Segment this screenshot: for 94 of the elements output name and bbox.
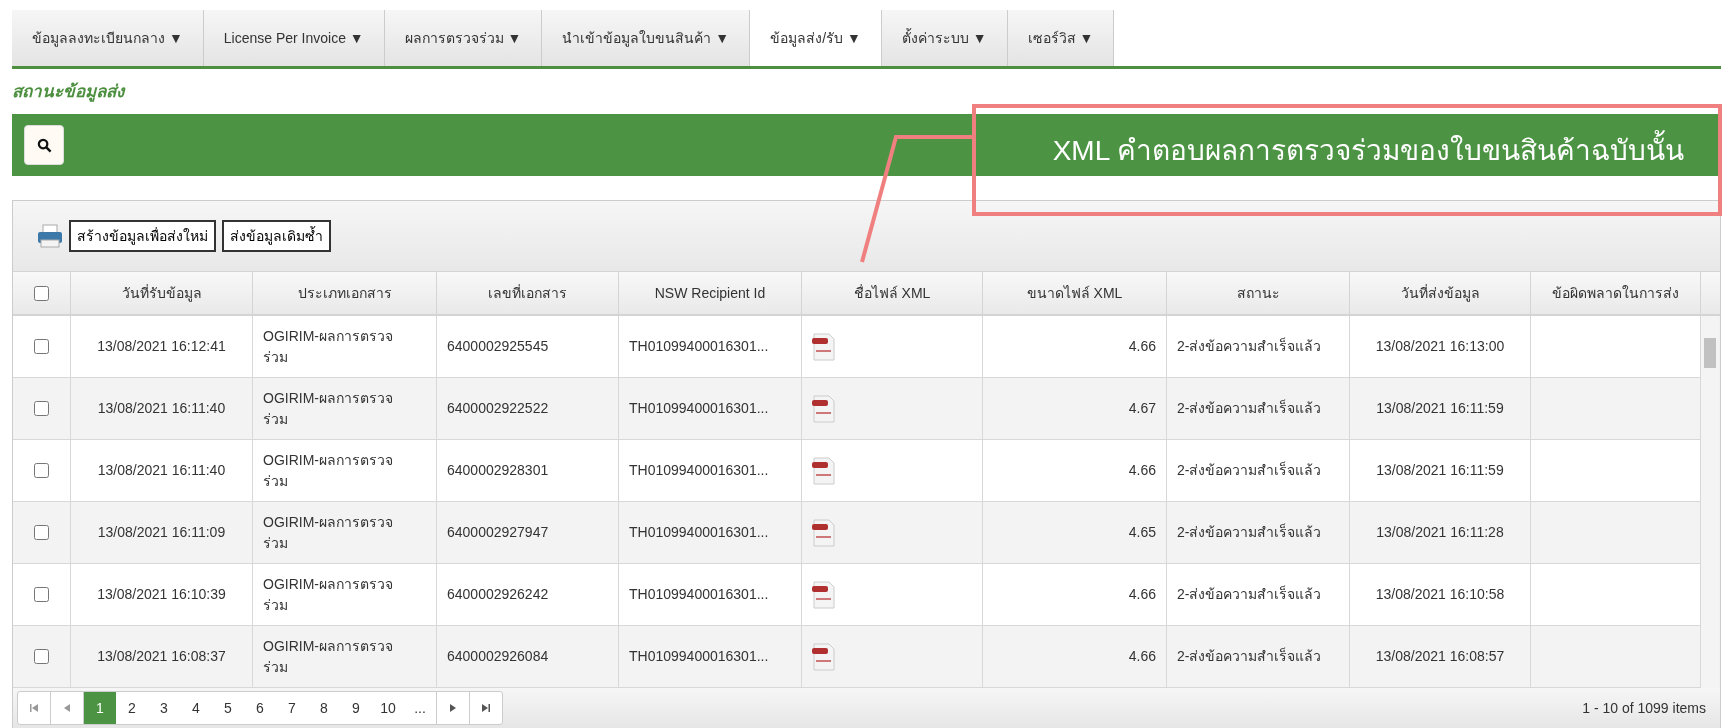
table-cell: 2-ส่งข้อความสำเร็จแล้ว xyxy=(1167,564,1350,626)
column-header[interactable]: เลขที่เอกสาร xyxy=(437,272,619,314)
item-count: 1 - 10 of 1099 items xyxy=(1582,700,1706,716)
table-cell: 6400002927947 xyxy=(437,502,619,564)
table-cell: 13/08/2021 16:10:39 xyxy=(71,564,253,626)
page-link[interactable]: ... xyxy=(404,692,436,724)
callout-text: XML คำตอบผลการตรวจร่วมของใบขนสินค้าฉบับนั้น xyxy=(1052,128,1684,168)
table-cell: 13/08/2021 16:11:09 xyxy=(71,502,253,564)
row-checkbox[interactable] xyxy=(34,339,49,354)
next-page-icon xyxy=(450,704,456,712)
page-link[interactable]: 6 xyxy=(244,692,276,724)
table-cell: 2-ส่งข้อความสำเร็จแล้ว xyxy=(1167,316,1350,378)
table-cell: 13/08/2021 16:11:59 xyxy=(1350,378,1531,440)
page-link[interactable]: 1 xyxy=(84,692,116,724)
page-title: สถานะข้อมูลส่ง xyxy=(12,81,124,104)
table-cell: TH01099400016301... xyxy=(619,440,802,502)
table-cell: 2-ส่งข้อความสำเร็จแล้ว xyxy=(1167,626,1350,688)
table-cell: 4.65 xyxy=(983,502,1167,564)
table-cell: TH01099400016301... xyxy=(619,378,802,440)
table-cell: 13/08/2021 16:13:00 xyxy=(1350,316,1531,378)
table-cell: 4.66 xyxy=(983,626,1167,688)
toolbar-button[interactable]: ส่งข้อมูลเดิมซ้ำ xyxy=(222,220,331,252)
row-checkbox[interactable] xyxy=(34,463,49,478)
xml-file-icon[interactable] xyxy=(812,455,836,486)
table-cell: 13/08/2021 16:11:40 xyxy=(71,440,253,502)
page-link[interactable]: 7 xyxy=(276,692,308,724)
next-page-button[interactable] xyxy=(436,692,470,724)
table-cell: 13/08/2021 16:11:28 xyxy=(1350,502,1531,564)
search-icon xyxy=(36,137,52,153)
last-page-icon xyxy=(482,704,490,712)
page-link[interactable]: 8 xyxy=(308,692,340,724)
table-cell: OGIRIM-ผลการตรวจร่วม xyxy=(253,440,437,502)
column-header[interactable]: สถานะ xyxy=(1167,272,1350,314)
column-header[interactable]: ประเภทเอกสาร xyxy=(253,272,437,314)
menu-tab[interactable]: ตั้งค่าระบบ ▼ xyxy=(881,10,1008,66)
column-header[interactable]: ชื่อไฟล์ XML xyxy=(802,272,983,314)
table-cell: 2-ส่งข้อความสำเร็จแล้ว xyxy=(1167,502,1350,564)
column-header[interactable]: วันที่ส่งข้อมูล xyxy=(1350,272,1531,314)
row-checkbox[interactable] xyxy=(34,587,49,602)
table-cell: 4.66 xyxy=(983,440,1167,502)
table-cell: 6400002922522 xyxy=(437,378,619,440)
table-cell: 6400002926242 xyxy=(437,564,619,626)
table-cell: 13/08/2021 16:08:37 xyxy=(71,626,253,688)
page-link[interactable]: 4 xyxy=(180,692,212,724)
first-page-icon xyxy=(30,704,38,712)
page-link[interactable]: 9 xyxy=(340,692,372,724)
page-link[interactable]: 5 xyxy=(212,692,244,724)
row-checkbox[interactable] xyxy=(34,401,49,416)
table-cell: 13/08/2021 16:12:41 xyxy=(71,316,253,378)
printer-icon[interactable] xyxy=(37,224,63,248)
xml-file-icon[interactable] xyxy=(812,331,836,362)
row-checkbox[interactable] xyxy=(34,525,49,540)
column-header[interactable]: ข้อผิดพลาดในการส่ง xyxy=(1531,272,1701,314)
table-cell: TH01099400016301... xyxy=(619,502,802,564)
table-cell: TH01099400016301... xyxy=(619,316,802,378)
previous-page-icon xyxy=(64,704,70,712)
table-cell: 13/08/2021 16:11:40 xyxy=(71,378,253,440)
table-cell: OGIRIM-ผลการตรวจร่วม xyxy=(253,564,437,626)
xml-file-icon[interactable] xyxy=(812,579,836,610)
column-header[interactable]: วันที่รับข้อมูล xyxy=(71,272,253,314)
table-cell: TH01099400016301... xyxy=(619,564,802,626)
table-cell: OGIRIM-ผลการตรวจร่วม xyxy=(253,502,437,564)
table-cell: 4.67 xyxy=(983,378,1167,440)
page-link[interactable]: 10 xyxy=(372,692,404,724)
table-cell: 6400002928301 xyxy=(437,440,619,502)
xml-file-icon[interactable] xyxy=(812,641,836,672)
search-button[interactable] xyxy=(24,125,64,165)
toolbar-button[interactable]: สร้างข้อมูลเพื่อส่งใหม่ xyxy=(69,220,216,252)
page-link[interactable]: 2 xyxy=(116,692,148,724)
table-cell: 13/08/2021 16:08:57 xyxy=(1350,626,1531,688)
menu-tab[interactable]: License Per Invoice ▼ xyxy=(203,10,385,66)
menu-tab[interactable]: นำเข้าข้อมูลใบขนสินค้า ▼ xyxy=(542,10,751,66)
table-cell: OGIRIM-ผลการตรวจร่วม xyxy=(253,316,437,378)
table-cell: TH01099400016301... xyxy=(619,626,802,688)
table-cell: 6400002925545 xyxy=(437,316,619,378)
column-header[interactable]: ขนาดไฟล์ XML xyxy=(983,272,1167,314)
menu-tab[interactable]: เซอร์วิส ▼ xyxy=(1007,10,1115,66)
table-cell: 4.66 xyxy=(983,316,1167,378)
table-cell: 2-ส่งข้อความสำเร็จแล้ว xyxy=(1167,378,1350,440)
menu-tab[interactable]: ผลการตรวจร่วม ▼ xyxy=(384,10,543,66)
xml-file-icon[interactable] xyxy=(812,393,836,424)
menu-tab[interactable]: ข้อมูลลงทะเบียนกลาง ▼ xyxy=(12,10,204,66)
row-checkbox[interactable] xyxy=(34,649,49,664)
table-cell: 4.66 xyxy=(983,564,1167,626)
table-cell: 2-ส่งข้อความสำเร็จแล้ว xyxy=(1167,440,1350,502)
table-cell: 6400002926084 xyxy=(437,626,619,688)
xml-file-icon[interactable] xyxy=(812,517,836,548)
table-cell: 13/08/2021 16:11:59 xyxy=(1350,440,1531,502)
table-cell: 13/08/2021 16:10:58 xyxy=(1350,564,1531,626)
table-cell: OGIRIM-ผลการตรวจร่วม xyxy=(253,378,437,440)
table-cell: OGIRIM-ผลการตรวจร่วม xyxy=(253,626,437,688)
select-all-checkbox[interactable] xyxy=(34,285,49,301)
column-header[interactable]: NSW Recipient Id xyxy=(619,272,802,314)
page-link[interactable]: 3 xyxy=(148,692,180,724)
